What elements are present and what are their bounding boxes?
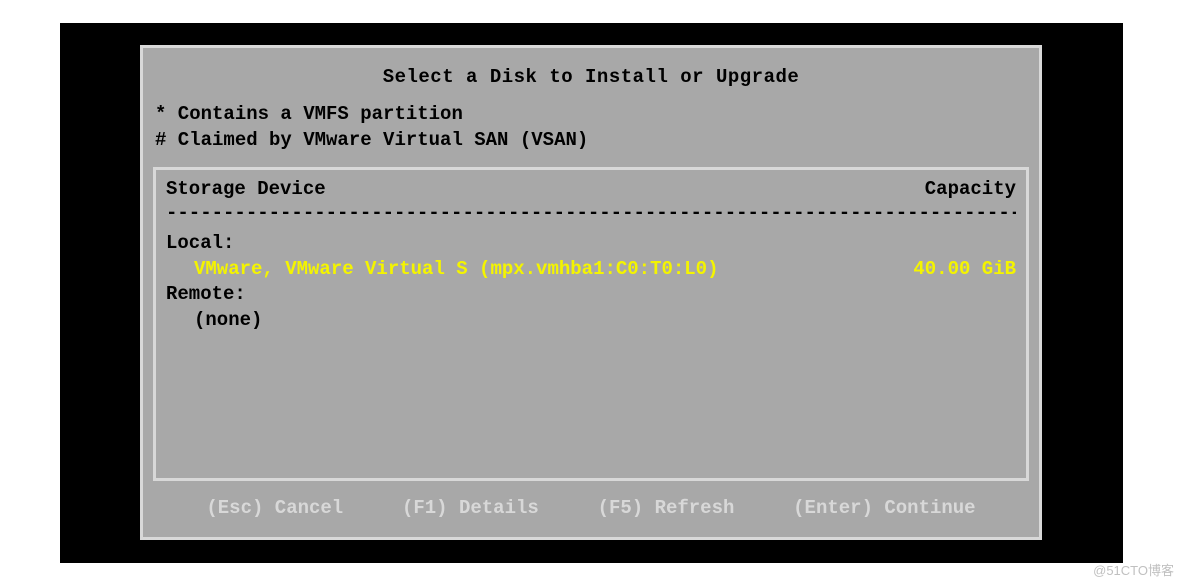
remote-label: Remote: [166, 282, 1016, 308]
dialog-inner: Select a Disk to Install or Upgrade * Co… [147, 52, 1035, 533]
storage-list-box: Storage Device Capacity ----------------… [153, 167, 1029, 481]
disk-capacity: 40.00 GiB [913, 257, 1016, 283]
disk-name: VMware, VMware Virtual S (mpx.vmhba1:C0:… [194, 257, 719, 283]
refresh-action[interactable]: (F5) Refresh [598, 497, 735, 519]
console-background: Select a Disk to Install or Upgrade * Co… [60, 23, 1123, 563]
col-capacity: Capacity [925, 178, 1016, 200]
watermark: @51CTO博客 [1093, 560, 1174, 579]
dialog-title: Select a Disk to Install or Upgrade [147, 52, 1035, 98]
details-action[interactable]: (F1) Details [402, 497, 539, 519]
col-storage-device: Storage Device [166, 178, 326, 200]
legend-block: * Contains a VMFS partition # Claimed by… [147, 98, 1035, 167]
local-label: Local: [166, 231, 1016, 257]
header-divider: ----------------------------------------… [166, 202, 1016, 225]
disk-row-selected[interactable]: VMware, VMware Virtual S (mpx.vmhba1:C0:… [166, 257, 1016, 283]
disk-select-dialog: Select a Disk to Install or Upgrade * Co… [140, 45, 1042, 540]
continue-action[interactable]: (Enter) Continue [793, 497, 975, 519]
legend-vmfs: * Contains a VMFS partition [155, 102, 1027, 128]
remote-none: (none) [166, 308, 1016, 334]
cancel-action[interactable]: (Esc) Cancel [206, 497, 343, 519]
legend-vsan: # Claimed by VMware Virtual SAN (VSAN) [155, 128, 1027, 154]
footer-actions: (Esc) Cancel (F1) Details (F5) Refresh (… [147, 481, 1035, 533]
list-header: Storage Device Capacity [166, 178, 1016, 200]
